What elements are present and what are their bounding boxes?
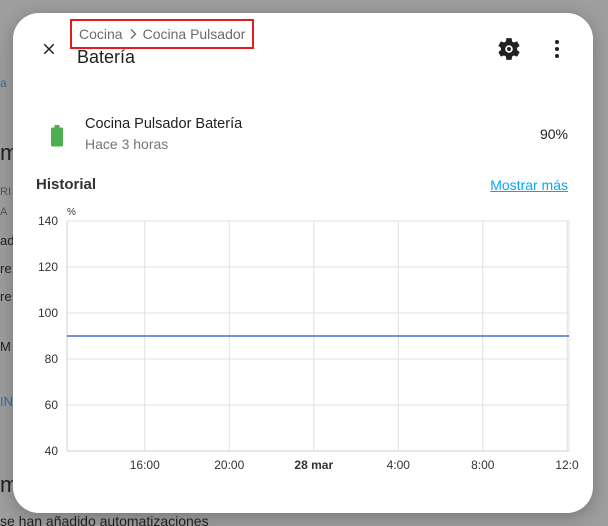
y-tick-label: 80 xyxy=(45,352,59,366)
gear-icon xyxy=(498,38,520,60)
more-vert-icon xyxy=(555,40,559,58)
breadcrumb-item-device[interactable]: Cocina Pulsador xyxy=(143,26,246,42)
battery-full-icon xyxy=(51,125,63,147)
bg-fragment[interactable]: IN xyxy=(0,394,13,409)
bg-fragment: se han añadido automatizaciones xyxy=(0,513,209,526)
y-tick-label: 40 xyxy=(45,444,59,458)
y-tick-label: 140 xyxy=(38,214,58,228)
y-tick-label: 60 xyxy=(45,398,59,412)
x-tick-label: 16:00 xyxy=(130,458,160,472)
chevron-right-icon xyxy=(130,29,137,39)
dialog-title: Batería xyxy=(77,47,136,67)
x-tick-label: 8:00 xyxy=(471,458,495,472)
x-tick-label: 4:00 xyxy=(387,458,411,472)
y-tick-label: 120 xyxy=(38,260,58,274)
more-info-dialog: Cocina Cocina Pulsador Batería Cocina Pu… xyxy=(13,13,593,513)
bg-fragment: A xyxy=(0,206,8,218)
settings-button[interactable] xyxy=(496,36,522,62)
close-button[interactable] xyxy=(35,35,63,63)
history-chart[interactable]: % 140 120 100 80 60 40 16:00 20:00 28 mar 4:00 8:00… xyxy=(13,198,593,498)
entity-state-value: 90% xyxy=(539,126,568,142)
y-tick-label: 100 xyxy=(38,306,58,320)
show-more-link[interactable]: Mostrar más xyxy=(490,177,568,193)
y-axis-unit: % xyxy=(67,207,76,218)
x-tick-label: 28 mar xyxy=(294,458,333,472)
close-icon xyxy=(43,43,55,55)
entity-row[interactable]: Cocina Pulsador Batería Hace 3 horas 90% xyxy=(47,113,569,157)
entity-last-changed: Hace 3 horas xyxy=(85,136,169,152)
history-heading: Historial xyxy=(36,176,97,193)
more-options-button[interactable] xyxy=(546,36,568,62)
bg-fragment: a xyxy=(0,76,7,90)
x-tick-label: 12:0 xyxy=(555,458,579,472)
breadcrumb-item-area[interactable]: Cocina xyxy=(79,26,123,42)
bg-fragment: M xyxy=(0,339,11,354)
x-tick-label: 20:00 xyxy=(214,458,244,472)
entity-name: Cocina Pulsador Batería xyxy=(85,116,243,132)
breadcrumb: Cocina Cocina Pulsador xyxy=(70,19,255,49)
